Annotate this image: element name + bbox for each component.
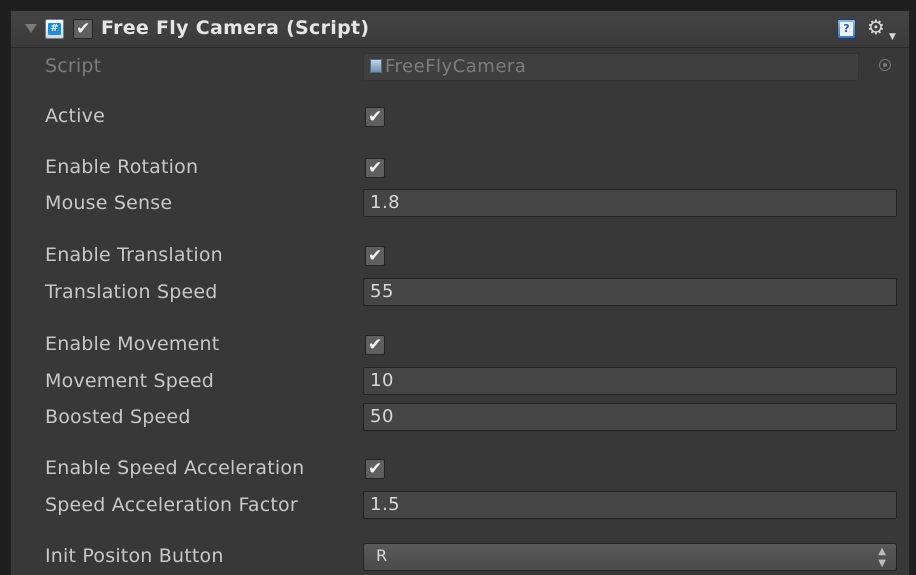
init-position-button-dropdown[interactable]: R ▲ ▼ <box>363 543 897 571</box>
inspector-panel: # ✔ Free Fly Camera (Script) ? ⚙ ▼ Script… <box>10 10 910 575</box>
boosted-speed-input[interactable]: 50 <box>363 403 897 431</box>
active-label: Active <box>45 105 105 127</box>
component-header[interactable]: # ✔ Free Fly Camera (Script) ? ⚙ ▼ <box>11 11 909 48</box>
object-picker-icon[interactable] <box>879 59 891 71</box>
speed-acceleration-factor-input[interactable]: 1.5 <box>363 491 897 519</box>
checkmark-icon: ✔ <box>368 335 383 355</box>
script-field[interactable]: FreeFlyCamera <box>363 53 859 81</box>
script-file-icon <box>370 59 382 73</box>
checkmark-icon: ✔ <box>368 107 383 127</box>
enable-speed-acceleration-checkbox[interactable]: ✔ <box>365 459 385 479</box>
checkmark-icon: ✔ <box>76 19 91 39</box>
dropdown-arrows-icon: ▲ ▼ <box>878 546 886 569</box>
enable-movement-checkbox[interactable]: ✔ <box>365 335 385 355</box>
init-position-button-label: Init Positon Button <box>45 545 224 567</box>
enable-rotation-checkbox[interactable]: ✔ <box>365 158 385 178</box>
checkmark-icon: ✔ <box>368 158 383 178</box>
mouse-sense-input[interactable]: 1.8 <box>363 189 897 217</box>
enable-rotation-label: Enable Rotation <box>45 156 199 178</box>
csharp-script-icon: # <box>45 19 64 39</box>
speed-acceleration-factor-label: Speed Acceleration Factor <box>45 494 298 516</box>
enable-translation-checkbox[interactable]: ✔ <box>365 246 385 266</box>
foldout-arrow-icon[interactable] <box>25 24 37 33</box>
enable-translation-label: Enable Translation <box>45 244 223 266</box>
enable-speed-acceleration-label: Enable Speed Acceleration <box>45 457 305 479</box>
gear-icon[interactable]: ⚙ ▼ <box>867 15 896 42</box>
checkmark-icon: ✔ <box>368 459 383 479</box>
enable-movement-label: Enable Movement <box>45 333 220 355</box>
component-title: Free Fly Camera (Script) <box>101 17 370 39</box>
movement-speed-input[interactable]: 10 <box>363 367 897 395</box>
movement-speed-label: Movement Speed <box>45 370 215 392</box>
init-position-button-value: R <box>376 546 388 565</box>
help-book-icon[interactable]: ? <box>837 19 856 39</box>
checkmark-icon: ✔ <box>368 246 383 266</box>
script-field-value: FreeFlyCamera <box>385 56 527 77</box>
translation-speed-input[interactable]: 55 <box>363 278 897 306</box>
translation-speed-label: Translation Speed <box>45 281 218 303</box>
mouse-sense-label: Mouse Sense <box>45 192 173 214</box>
boosted-speed-label: Boosted Speed <box>45 406 191 428</box>
active-checkbox[interactable]: ✔ <box>365 107 385 127</box>
component-enabled-checkbox[interactable]: ✔ <box>73 19 93 39</box>
script-label: Script <box>45 55 102 77</box>
